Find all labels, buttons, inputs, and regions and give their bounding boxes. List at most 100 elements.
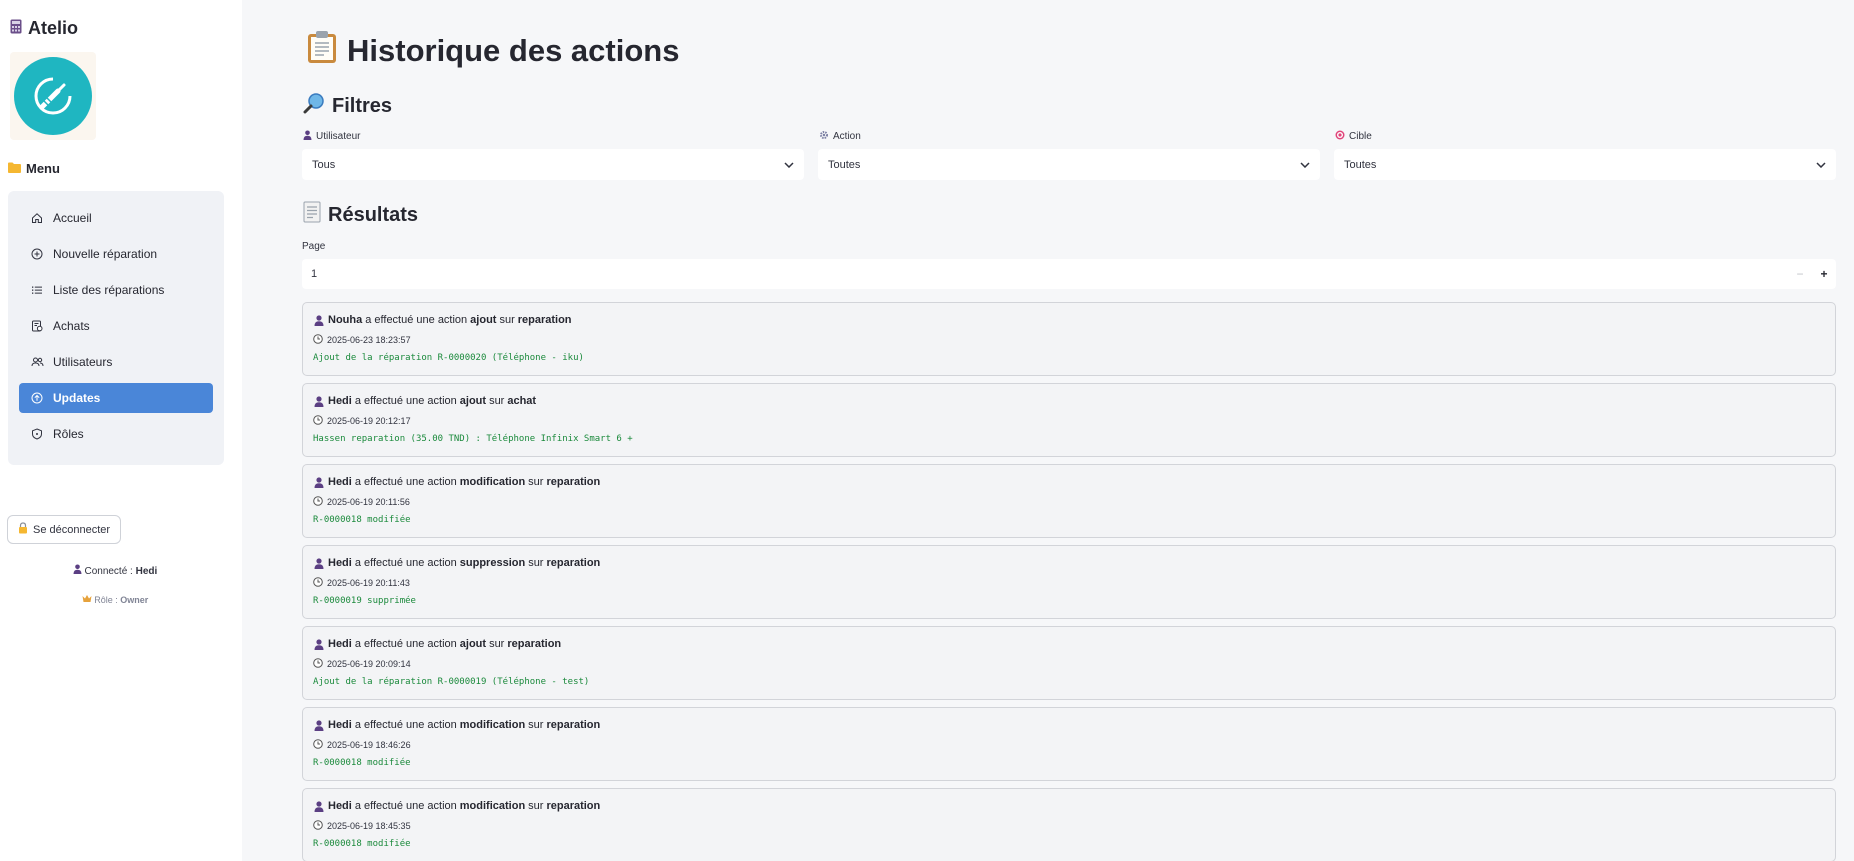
entry-timestamp: 2025-06-19 18:46:26 — [327, 740, 411, 750]
clock-icon — [313, 658, 323, 670]
entry-text: a effectué une action — [354, 638, 457, 650]
sidebar-item-roles[interactable]: Rôles — [19, 419, 213, 449]
history-entry: Hedi a effectué une action modification … — [302, 788, 1836, 861]
chevron-down-icon — [784, 159, 794, 171]
clock-icon — [313, 739, 323, 751]
app-logo — [10, 52, 96, 140]
action-filter-select[interactable]: Toutes — [818, 149, 1320, 180]
target-filter-label-text: Cible — [1349, 131, 1372, 142]
entry-text: sur — [528, 719, 544, 731]
tools-icon — [14, 57, 92, 135]
entry-detail: R-0000018 modifiée — [313, 758, 411, 768]
app-brand: Atelio — [10, 18, 78, 39]
connected-user-name: Hedi — [135, 566, 158, 577]
entry-user: Nouha — [328, 314, 363, 326]
crown-icon — [82, 595, 92, 605]
entry-text: sur — [528, 557, 544, 569]
home-icon — [30, 211, 44, 225]
entry-target: reparation — [546, 476, 601, 488]
user-icon — [303, 130, 312, 143]
entry-summary: Hedi a effectué une action modification … — [313, 798, 1825, 814]
entry-action: modification — [459, 719, 526, 731]
menu-title-label: Menu — [26, 161, 60, 176]
entry-user: Hedi — [328, 719, 352, 731]
entry-action: suppression — [459, 557, 526, 569]
entry-action: modification — [459, 476, 526, 488]
entry-target: reparation — [546, 719, 601, 731]
history-entry: Hedi a effectué une action ajout sur ach… — [302, 383, 1836, 457]
user-filter-select[interactable]: Tous — [302, 149, 804, 180]
filters-heading: Filtres — [303, 92, 392, 120]
target-icon — [1335, 130, 1345, 143]
page-title-text: Historique des actions — [347, 33, 680, 68]
entry-text: sur — [499, 314, 515, 326]
history-entry: Hedi a effectué une action ajout sur rep… — [302, 626, 1836, 700]
user-filter-label: Utilisateur — [303, 130, 360, 143]
decrement-button[interactable]: − — [1788, 267, 1812, 281]
increment-button[interactable]: + — [1812, 267, 1836, 281]
sidebar-nav: Accueil Nouvelle réparation Liste des ré… — [8, 191, 224, 465]
entry-action: modification — [459, 800, 526, 812]
entry-summary: Hedi a effectué une action modification … — [313, 717, 1825, 733]
entry-summary: Nouha a effectué une action ajout sur re… — [313, 312, 1825, 328]
sidebar-item-label: Nouvelle réparation — [53, 247, 158, 261]
users-icon — [30, 355, 44, 369]
entry-user: Hedi — [328, 557, 352, 569]
list-icon — [30, 283, 44, 297]
shield-icon — [30, 427, 44, 441]
clock-icon — [313, 820, 323, 832]
sidebar: Atelio Menu Accueil Nouvelle réparation — [0, 0, 242, 861]
sidebar-item-accueil[interactable]: Accueil — [19, 203, 213, 233]
entry-time: 2025-06-19 18:46:26 — [313, 737, 1825, 753]
sidebar-item-nouvelle-reparation[interactable]: Nouvelle réparation — [19, 239, 213, 269]
entry-text: a effectué une action — [354, 476, 457, 488]
results-list: Nouha a effectué une action ajout sur re… — [302, 302, 1836, 861]
entry-timestamp: 2025-06-23 18:23:57 — [327, 335, 411, 345]
history-entry: Hedi a effectué une action suppression s… — [302, 545, 1836, 619]
sidebar-item-label: Liste des réparations — [53, 283, 165, 297]
entry-action: ajout — [470, 314, 497, 326]
filters-heading-text: Filtres — [332, 94, 393, 117]
action-filter-label: Action — [819, 130, 861, 143]
target-filter-select[interactable]: Toutes — [1334, 149, 1836, 180]
entry-detail: R-0000018 modifiée — [313, 515, 411, 525]
logout-button[interactable]: Se déconnecter — [7, 515, 122, 544]
entry-summary: Hedi a effectué une action suppression s… — [313, 555, 1825, 571]
user-icon — [73, 564, 82, 577]
entry-timestamp: 2025-06-19 20:11:43 — [327, 578, 410, 588]
entry-detail: R-0000019 supprimée — [313, 596, 416, 606]
page-title: Historique des actions — [307, 30, 679, 72]
sidebar-item-label: Achats — [53, 319, 90, 333]
sidebar-item-updates[interactable]: Updates — [19, 383, 213, 413]
connected-user: Connecté : Hedi — [0, 564, 230, 577]
role-label: Rôle : — [94, 595, 118, 605]
entry-text: sur — [489, 395, 505, 407]
user-role: Rôle : Owner — [0, 594, 230, 605]
entry-summary: Hedi a effectué une action ajout sur ach… — [313, 393, 1825, 409]
entry-detail: Ajout de la réparation R-0000020 (Téléph… — [313, 353, 584, 363]
entry-target: reparation — [546, 557, 601, 569]
page-number-input[interactable]: 1 − + — [302, 259, 1836, 289]
lock-icon — [18, 522, 28, 537]
connected-label: Connecté : — [84, 566, 133, 577]
gear-icon — [819, 130, 829, 143]
entry-time: 2025-06-19 18:45:35 — [313, 818, 1825, 834]
sidebar-item-utilisateurs[interactable]: Utilisateurs — [19, 347, 213, 377]
sidebar-item-label: Rôles — [53, 427, 84, 441]
entry-text: a effectué une action — [354, 719, 457, 731]
entry-text: sur — [489, 638, 505, 650]
history-entry: Hedi a effectué une action modification … — [302, 707, 1836, 781]
sidebar-item-achats[interactable]: Achats — [19, 311, 213, 341]
entry-text: a effectué une action — [365, 314, 468, 326]
clock-icon — [313, 334, 323, 346]
app-name: Atelio — [28, 18, 79, 38]
results-heading-text: Résultats — [328, 203, 419, 226]
user-icon — [313, 314, 325, 326]
entry-summary: Hedi a effectué une action ajout sur rep… — [313, 636, 1825, 652]
clock-icon — [313, 415, 323, 427]
target-filter-value: Toutes — [1344, 158, 1377, 171]
sidebar-item-liste-reparations[interactable]: Liste des réparations — [19, 275, 213, 305]
user-icon — [313, 395, 325, 407]
entry-detail: Hassen reparation (35.00 TND) : Téléphon… — [313, 434, 633, 444]
entry-target: reparation — [507, 638, 562, 650]
